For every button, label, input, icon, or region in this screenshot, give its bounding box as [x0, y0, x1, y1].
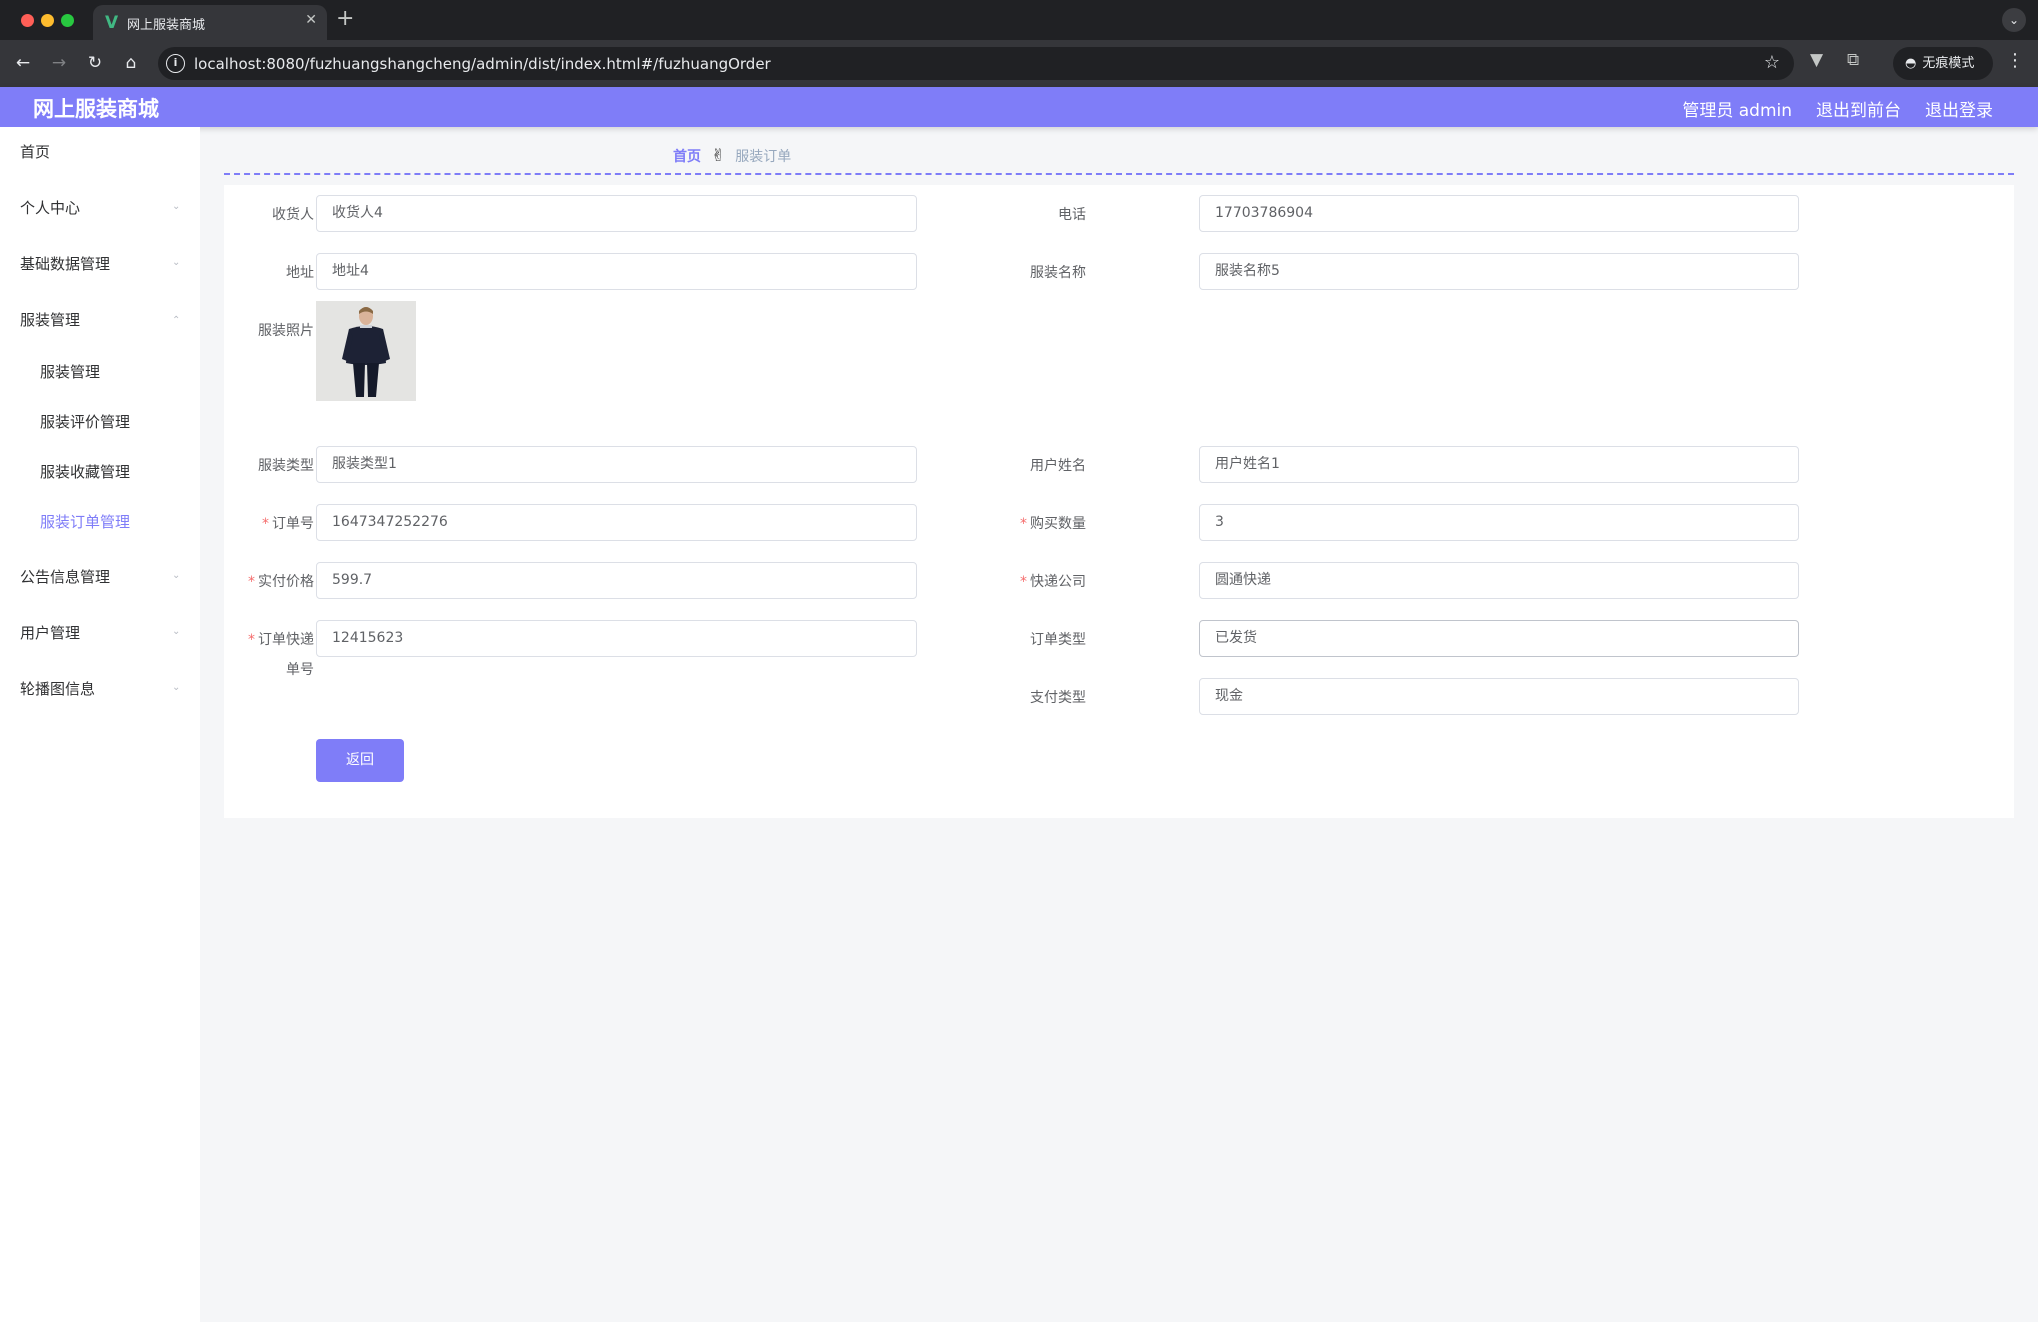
required-asterisk: *: [248, 632, 255, 648]
submenu-item-clothing[interactable]: 服装管理: [40, 361, 100, 382]
vue-favicon-icon: V: [105, 13, 119, 33]
payment-type-field[interactable]: 现金: [1199, 678, 1799, 715]
top-navbar: 网上服装商城 管理员 admin 退出到前台 退出登录: [0, 87, 2038, 127]
order-type-field[interactable]: 已发货: [1199, 620, 1799, 657]
order-form-panel: 收货人 收货人4 电话 17703786904 地址 地址4 服装名称 服装名称…: [224, 185, 2014, 818]
sidebar-item-users[interactable]: 用户管理: [20, 622, 80, 643]
required-asterisk: *: [1020, 516, 1027, 532]
clothing-type-field[interactable]: 服装类型1: [316, 446, 917, 483]
clothing-name-label: 服装名称: [1030, 265, 1086, 281]
address-label: 地址: [286, 265, 314, 281]
new-tab-icon[interactable]: +: [336, 6, 354, 31]
minimize-window-button[interactable]: [41, 14, 54, 27]
address-bar[interactable]: i localhost:8080/fuzhuangshangcheng/admi…: [158, 47, 1794, 80]
extensions-puzzle-icon[interactable]: ⧉: [1847, 50, 1859, 70]
chevron-down-icon: ⌄: [172, 257, 181, 268]
sidebar-item-personal-center[interactable]: 个人中心: [20, 197, 80, 218]
sidebar-item-basic-data[interactable]: 基础数据管理: [20, 253, 110, 274]
required-asterisk: *: [262, 516, 269, 532]
phone-field[interactable]: 17703786904: [1199, 195, 1799, 232]
chevron-down-icon: ⌄: [172, 570, 181, 581]
maximize-window-button[interactable]: [61, 14, 74, 27]
back-arrow-icon[interactable]: ←: [9, 49, 37, 77]
clothing-photo-label: 服装照片: [258, 323, 314, 339]
required-asterisk: *: [1020, 574, 1027, 590]
browser-menu-icon[interactable]: ⋮: [2006, 50, 2024, 71]
user-name-label: 用户姓名: [1030, 458, 1086, 474]
submenu-item-clothing-orders[interactable]: 服装订单管理: [40, 511, 130, 532]
phone-label: 电话: [1058, 207, 1086, 223]
incognito-badge[interactable]: ◓ 无痕模式: [1893, 47, 1993, 80]
site-info-icon[interactable]: i: [166, 54, 185, 73]
courier-label: * 快递公司: [1020, 574, 1086, 590]
breadcrumb-home[interactable]: 首页: [673, 146, 701, 166]
submenu-item-clothing-reviews[interactable]: 服装评价管理: [40, 411, 130, 432]
sidebar-item-clothing-management[interactable]: 服装管理: [20, 309, 80, 330]
actual-price-label: * 实付价格: [248, 574, 314, 590]
quantity-field[interactable]: 3: [1199, 504, 1799, 541]
breadcrumb-divider: [224, 173, 2014, 175]
exit-to-frontend-link[interactable]: 退出到前台: [1816, 96, 1901, 121]
tracking-no-field[interactable]: 12415623: [316, 620, 917, 657]
actual-price-field[interactable]: 599.7: [316, 562, 917, 599]
tab-close-icon[interactable]: ✕: [305, 12, 317, 28]
tab-search-icon[interactable]: ⌄: [2002, 8, 2026, 32]
breadcrumb-current: 服装订单: [735, 149, 792, 165]
required-asterisk: *: [248, 574, 255, 590]
clothing-model-image: [316, 301, 416, 401]
chevron-down-icon: ⌄: [172, 201, 181, 212]
chevron-down-icon: ⌄: [172, 626, 181, 637]
logout-link[interactable]: 退出登录: [1925, 96, 1993, 121]
site-brand: 网上服装商城: [33, 97, 159, 121]
incognito-label: 无痕模式: [1922, 56, 1975, 71]
reload-icon[interactable]: ↻: [81, 49, 109, 77]
submenu-item-clothing-favorites[interactable]: 服装收藏管理: [40, 461, 130, 482]
address-field[interactable]: 地址4: [316, 253, 917, 290]
app-root: 网上服装商城 管理员 admin 退出到前台 退出登录 首页 个人中心 ⌄ 基础…: [0, 87, 2038, 1322]
clothing-name-field[interactable]: 服装名称5: [1199, 253, 1799, 290]
tracking-no-label: * 订单快递: [248, 632, 314, 648]
bookmark-star-icon[interactable]: ☆: [1764, 52, 1780, 73]
clothing-photo[interactable]: [316, 301, 416, 401]
order-no-label: * 订单号: [262, 516, 314, 532]
forward-arrow-icon[interactable]: →: [45, 49, 73, 77]
courier-field[interactable]: 圆通快递: [1199, 562, 1799, 599]
clothing-type-label: 服装类型: [258, 458, 314, 474]
victory-hand-icon: ✌: [711, 146, 726, 166]
home-icon[interactable]: ⌂: [117, 49, 145, 77]
back-button[interactable]: 返回: [316, 739, 404, 782]
breadcrumb: 首页 ✌ 服装订单: [673, 146, 791, 166]
receiver-label: 收货人: [272, 207, 314, 223]
tracking-no-label-line2: 单号: [286, 662, 314, 678]
close-window-button[interactable]: [21, 14, 34, 27]
chevron-down-icon: ⌄: [172, 682, 181, 693]
tab-title: 网上服装商城: [127, 18, 206, 33]
sidebar-menu: 首页 个人中心 ⌄ 基础数据管理 ⌄ 服装管理 ⌃ 服装管理 服装评价管理 服装…: [0, 127, 200, 1322]
quantity-label: * 购买数量: [1020, 516, 1086, 532]
chevron-up-icon: ⌃: [172, 315, 181, 326]
header-links: 管理员 admin 退出到前台 退出登录: [1682, 96, 1993, 121]
user-name-field[interactable]: 用户姓名1: [1199, 446, 1799, 483]
receiver-field[interactable]: 收货人4: [316, 195, 917, 232]
admin-user-label: 管理员 admin: [1682, 101, 1792, 121]
sidebar-item-carousel[interactable]: 轮播图信息: [20, 678, 95, 699]
browser-toolbar: ← → ↻ ⌂ i localhost:8080/fuzhuangshangch…: [0, 40, 2038, 87]
browser-tab[interactable]: V 网上服装商城 ✕: [93, 5, 327, 40]
sidebar-item-announcements[interactable]: 公告信息管理: [20, 566, 110, 587]
browser-tabstrip: V 网上服装商城 ✕ + ⌄: [0, 0, 2038, 40]
incognito-icon: ◓: [1905, 56, 1917, 71]
order-no-field[interactable]: 1647347252276: [316, 504, 917, 541]
order-type-label: 订单类型: [1030, 632, 1086, 648]
vue-devtools-icon[interactable]: ▼: [1810, 50, 1823, 70]
url-text[interactable]: localhost:8080/fuzhuangshangcheng/admin/…: [194, 55, 771, 73]
sidebar-item-home[interactable]: 首页: [20, 141, 50, 162]
payment-type-label: 支付类型: [1030, 690, 1086, 706]
